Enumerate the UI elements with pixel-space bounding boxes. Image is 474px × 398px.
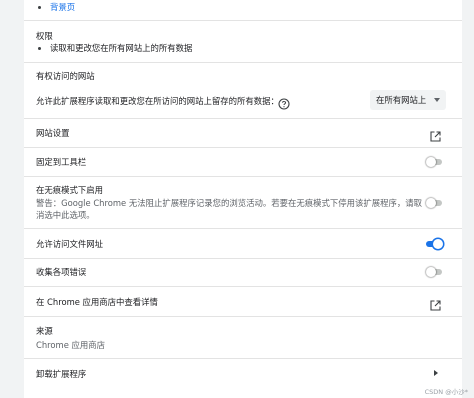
site-settings-label[interactable]: 网站设置 (36, 127, 70, 139)
webstore-label[interactable]: 在 Chrome 应用商店中查看详情 (36, 296, 158, 308)
incognito-label: 在无痕模式下启用 (36, 185, 103, 195)
open-in-new-icon[interactable] (430, 296, 441, 315)
divider (24, 176, 462, 177)
site-access-select-value: 在所有网站上 (376, 95, 427, 105)
divider (24, 316, 462, 317)
divider (24, 147, 462, 148)
background-page-link[interactable]: 背景页 (50, 1, 75, 13)
chevron-right-icon[interactable] (434, 370, 438, 376)
divider (24, 118, 462, 119)
toggle-knob (433, 239, 443, 249)
divider (24, 62, 462, 63)
watermark: CSDN @小沙* (424, 388, 468, 396)
collect-errors-label: 收集各项错误 (36, 267, 87, 277)
divider (24, 258, 462, 259)
uninstall-label[interactable]: 卸载扩展程序 (36, 368, 86, 380)
help-icon[interactable] (278, 95, 290, 114)
pin-toolbar-label: 固定到工具栏 (36, 157, 87, 167)
incognito-toggle[interactable] (426, 198, 442, 208)
incognito-warning: 警告：Google Chrome 无法阻止扩展程序记录您的浏览活动。若要在无痕模… (36, 198, 422, 208)
site-access-select[interactable]: 在所有网站上 (370, 90, 446, 110)
toggle-knob (426, 198, 436, 208)
bullet (38, 6, 41, 9)
divider (24, 228, 462, 229)
file-urls-toggle[interactable] (426, 239, 443, 249)
pin-toolbar-toggle[interactable] (426, 157, 442, 167)
extension-details-card: 背景页 权限 读取和更改您在所有网站上的所有数据 有权访问的网站 允许此扩展程序… (24, 0, 462, 398)
permissions-title: 权限 (36, 31, 53, 41)
divider (24, 358, 462, 359)
source-title: 来源 (36, 326, 53, 336)
collect-errors-toggle[interactable] (426, 267, 442, 277)
toggle-knob (426, 157, 436, 167)
permission-item: 读取和更改您在所有网站上的所有数据 (50, 43, 193, 53)
site-access-title: 有权访问的网站 (36, 71, 95, 81)
bullet (38, 47, 41, 50)
open-in-new-icon[interactable] (430, 127, 441, 146)
divider (24, 286, 462, 287)
source-value: Chrome 应用商店 (36, 340, 106, 350)
site-access-question: 允许此扩展程序读取和更改您在所访问的网站上留存的所有数据： (36, 96, 279, 106)
divider (24, 20, 462, 21)
incognito-warning-cont: 消选中此选项。 (36, 210, 95, 220)
file-urls-label: 允许访问文件网址 (36, 239, 103, 249)
chevron-down-icon (434, 98, 440, 102)
toggle-knob (426, 267, 436, 277)
